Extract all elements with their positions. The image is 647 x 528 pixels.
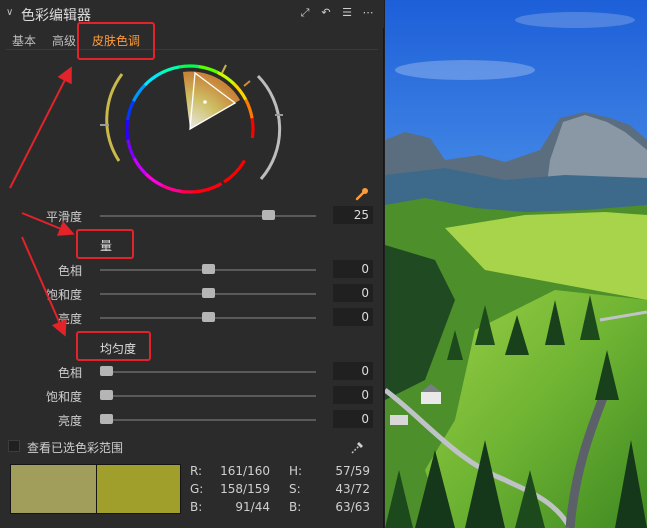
tab-basic[interactable]: 基本 (12, 32, 36, 49)
uniformity-hue-track[interactable] (100, 371, 316, 373)
uniformity-hue-label: 色相 (57, 366, 82, 380)
r-value: 161/160 (220, 464, 270, 478)
uniformity-hue-value[interactable]: 0 (333, 362, 373, 380)
color-readouts: R: 161/160 G: 158/159 B: 91/44 H: 57/59 … (187, 462, 377, 518)
s-value: 43/72 (335, 482, 370, 496)
header-toolbar: ⤢ ↶ ☰ ⋯ (299, 7, 374, 19)
uniformity-lightness-row: 亮度 0 (0, 410, 384, 430)
uniformity-saturation-slider-thumb[interactable] (100, 390, 113, 400)
amount-lightness-slider-thumb[interactable] (201, 312, 215, 322)
uniformity-saturation-row: 饱和度 0 (0, 386, 384, 406)
skin-tone-color-wheel[interactable] (95, 55, 285, 205)
color-swatches (10, 464, 181, 514)
h-label: H: (289, 464, 303, 478)
collapse-chevron-icon[interactable]: ∨ (6, 7, 13, 18)
after-color-swatch (95, 465, 180, 513)
r-label: R: (190, 464, 203, 478)
smoothness-slider-thumb[interactable] (262, 210, 276, 220)
more-icon[interactable]: ⋯ (362, 7, 374, 19)
amount-saturation-slider-thumb[interactable] (201, 288, 215, 298)
g-label: G: (190, 482, 204, 496)
b-value: 91/44 (235, 500, 270, 514)
view-selected-range-label: 查看已选色彩范围 (27, 441, 124, 455)
uniformity-hue-row: 色相 0 (0, 362, 384, 382)
h-value: 57/59 (335, 464, 370, 478)
color-editor-panel: ∨ 色彩编辑器 ⤢ ↶ ☰ ⋯ 基本 高级 皮肤色调 平滑度 25 量 色相 0… (0, 0, 384, 528)
uniformity-lightness-slider-thumb[interactable] (100, 414, 113, 424)
uniformity-lightness-track[interactable] (100, 419, 316, 421)
before-color-swatch (11, 465, 96, 513)
g-value: 158/159 (220, 482, 270, 496)
brightness-label: B: (289, 500, 302, 514)
view-selected-range-checkbox[interactable] (8, 440, 20, 452)
menu-icon[interactable]: ☰ (341, 7, 353, 19)
amount-lightness-value[interactable]: 0 (333, 308, 373, 326)
smoothness-track[interactable] (100, 215, 316, 217)
uniformity-saturation-track[interactable] (100, 395, 316, 397)
uniformity-hue-slider-thumb[interactable] (100, 366, 113, 376)
eyedropper-icon[interactable] (350, 439, 366, 455)
reset-icon[interactable]: ↶ (320, 7, 332, 19)
color-picker-icon[interactable] (354, 186, 370, 202)
smoothness-value[interactable]: 25 (333, 206, 373, 224)
b-label: B: (190, 500, 203, 514)
amount-hue-value[interactable]: 0 (333, 260, 373, 278)
landscape-photo-preview (385, 0, 647, 528)
uniformity-saturation-label: 饱和度 (45, 390, 82, 404)
amount-hue-slider-thumb[interactable] (201, 264, 215, 274)
uniformity-lightness-label: 亮度 (57, 414, 82, 428)
annotation-arrows (9, 66, 75, 337)
expand-icon[interactable]: ⤢ (299, 7, 311, 19)
brightness-value: 63/63 (335, 500, 370, 514)
tab-advanced[interactable]: 高级 (52, 32, 76, 49)
amount-saturation-value[interactable]: 0 (333, 284, 373, 302)
panel-header: ∨ 色彩编辑器 ⤢ ↶ ☰ ⋯ (0, 0, 384, 28)
tab-bar: 基本 高级 皮肤色调 (0, 28, 384, 50)
uniformity-lightness-value[interactable]: 0 (333, 410, 373, 428)
uniformity-saturation-value[interactable]: 0 (333, 386, 373, 404)
s-label: S: (289, 482, 301, 496)
